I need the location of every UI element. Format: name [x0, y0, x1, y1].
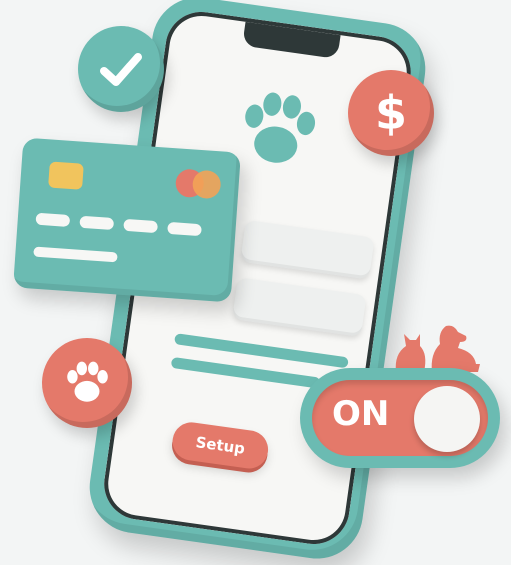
paw-icon [245, 92, 316, 163]
dollar-icon: $ [374, 86, 407, 140]
card-number-block-2 [79, 215, 115, 231]
toggle-track: ON [312, 380, 488, 456]
card-name-line [33, 246, 118, 263]
card-chip [48, 161, 84, 190]
paw-icon [67, 361, 108, 402]
setup-button[interactable]: Setup [170, 419, 271, 471]
input-field-1[interactable] [240, 219, 375, 280]
text-bar-2 [170, 356, 321, 389]
credit-card [13, 137, 241, 303]
dollar-badge: $ [348, 70, 434, 156]
card-number-block-1 [35, 212, 71, 227]
toggle-label: ON [332, 394, 390, 434]
phone-notch [241, 21, 341, 59]
on-toggle-switch[interactable]: ON [300, 368, 500, 468]
paw-badge [42, 338, 132, 428]
cat-and-dog-icon [395, 325, 480, 372]
card-number-block-3 [123, 218, 158, 234]
card-number-block-4 [167, 221, 202, 237]
input-field-2[interactable] [232, 277, 367, 337]
check-badge [78, 26, 164, 112]
toggle-knob[interactable] [414, 386, 480, 452]
checkmark-icon [100, 53, 142, 86]
